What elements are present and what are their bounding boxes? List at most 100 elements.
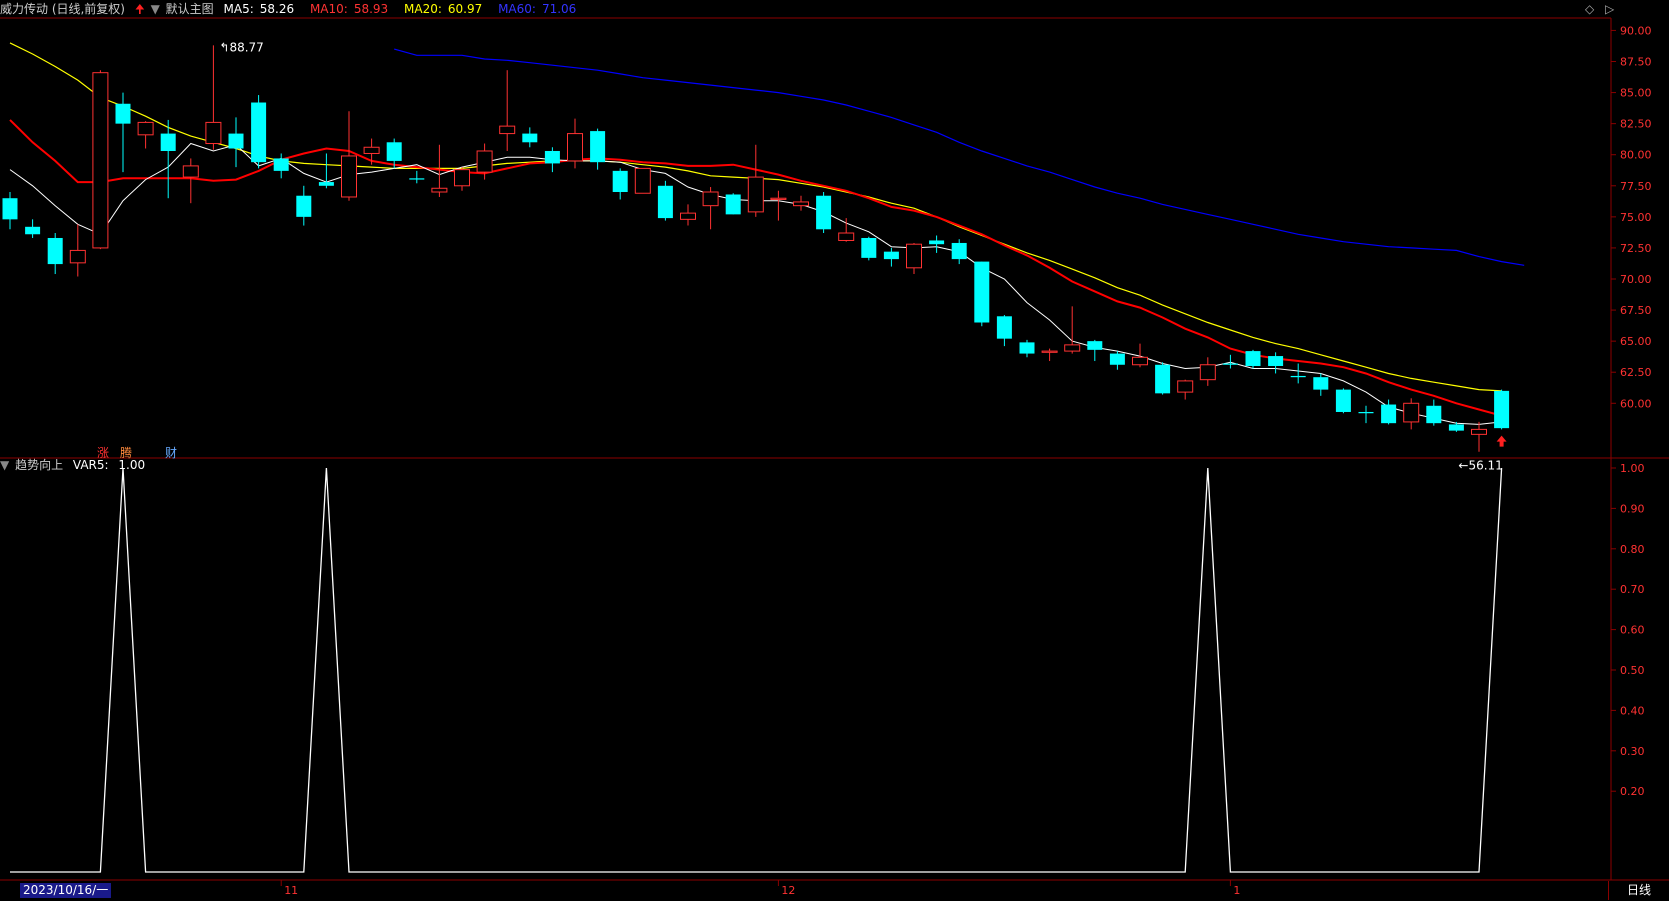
price-tick-label: 70.00: [1620, 273, 1652, 286]
candle: [115, 92, 131, 173]
price-tick-label: 87.50: [1620, 56, 1652, 69]
candle: [816, 192, 832, 234]
candle: [182, 158, 199, 204]
candle: [1471, 421, 1487, 452]
candle: [296, 185, 312, 226]
candle: [1403, 398, 1420, 430]
candle-body: [1132, 356, 1148, 366]
candle: [2, 192, 18, 230]
candle: [47, 233, 63, 275]
candle-body: [182, 165, 199, 178]
candle-body: [702, 191, 719, 207]
candle-body: [680, 212, 696, 220]
chevron-down-icon[interactable]: ▼: [151, 2, 160, 16]
stock-name[interactable]: 威力传动 (日线,前复权): [0, 2, 125, 16]
candle-body: [522, 133, 538, 143]
candle: [1222, 354, 1238, 369]
candle: [69, 224, 86, 277]
candle: [1335, 388, 1351, 414]
candle-body: [883, 251, 899, 260]
candle-body: [1471, 428, 1487, 435]
price-tick-label: 62.50: [1620, 366, 1652, 379]
candle: [1109, 351, 1125, 370]
candle: [409, 170, 425, 184]
diamond-icon[interactable]: ◇: [1585, 2, 1594, 16]
var5-tick-label: 0.70: [1620, 583, 1645, 596]
candle-body: [205, 121, 222, 145]
candle-body: [1381, 404, 1397, 424]
candle-body: [1403, 402, 1420, 423]
chart-header: 威力传动 (日线,前复权) 🠉 ▼ 默认主图 MA5: 58.26 MA10: 58…: [0, 0, 588, 18]
candle-body: [386, 142, 402, 161]
candle-body: [318, 182, 334, 186]
ma5-indicator: MA5: 58.26: [223, 2, 295, 16]
stock-chart[interactable]: 90.00 87.50 85.00 82.50 80.00 77.50 75.00 72.50…: [0, 0, 1669, 901]
marker-cai[interactable]: 财: [165, 445, 177, 461]
var5-tick-label: 0.30: [1620, 745, 1645, 758]
indicator-name[interactable]: 趋势向上: [15, 458, 63, 472]
candle-body: [567, 133, 583, 162]
candle-body: [793, 201, 809, 207]
price-tick-label: 80.00: [1620, 149, 1652, 162]
candle: [906, 242, 922, 275]
price-tick-label: 90.00: [1620, 24, 1652, 37]
candle-body: [431, 187, 448, 193]
candle: [1177, 379, 1194, 400]
signal-arrow-icon: [1496, 435, 1507, 447]
candle-body: [1313, 377, 1329, 390]
candle: [747, 144, 764, 217]
max-price-label: ↰88.77: [219, 41, 263, 55]
candle-body: [1109, 353, 1125, 365]
candle-body: [816, 195, 832, 230]
candle-body: [929, 240, 945, 245]
candle: [590, 128, 606, 170]
candle: [657, 180, 673, 221]
price-tick-label: 72.50: [1620, 242, 1652, 255]
candle-body: [1019, 342, 1035, 354]
var5-tick-label: 1.00: [1620, 462, 1645, 475]
main-chart-label[interactable]: 默认主图: [166, 2, 214, 16]
candle-body: [409, 178, 425, 180]
candle-body: [657, 185, 673, 219]
ma20-indicator: MA20: 60.97: [404, 2, 483, 16]
candle-body: [634, 167, 651, 194]
scroll-right-icon[interactable]: ▷: [1605, 2, 1614, 16]
chevron-down-icon[interactable]: ▼: [0, 458, 9, 472]
candle-body: [115, 103, 131, 124]
var5-indicator-line: [10, 467, 1503, 873]
candle: [499, 70, 516, 151]
candle: [883, 247, 899, 267]
candle: [612, 168, 628, 200]
candle-body: [974, 261, 990, 323]
price-tick-label: 75.00: [1620, 211, 1652, 224]
candle-body: [1199, 364, 1216, 381]
candle: [137, 121, 154, 149]
time-tick-label: 11: [284, 884, 298, 897]
candle-body: [454, 169, 470, 187]
candle-body: [1494, 390, 1510, 429]
candle: [1019, 339, 1035, 358]
candle: [1087, 339, 1103, 362]
candlestick-series[interactable]: [2, 45, 1510, 452]
candle: [680, 204, 696, 226]
candle: [1290, 363, 1306, 384]
candle: [974, 261, 990, 327]
ma60-indicator: MA60: 71.06: [498, 2, 577, 16]
period-tab-daily[interactable]: 日线: [1608, 881, 1669, 900]
candle: [996, 315, 1012, 347]
candle-body: [861, 237, 877, 258]
candle: [770, 190, 787, 221]
candle: [363, 138, 380, 165]
candle: [793, 195, 809, 211]
candle-body: [1064, 344, 1081, 352]
candle-body: [1290, 375, 1306, 378]
candle: [1494, 389, 1510, 430]
time-tick-label: 1: [1233, 884, 1240, 897]
candle: [1426, 399, 1442, 426]
candle-body: [544, 150, 560, 164]
candle: [160, 119, 176, 199]
price-tick-label: 77.50: [1620, 180, 1652, 193]
candle: [1268, 352, 1284, 374]
candle: [476, 143, 493, 180]
candle-body: [906, 243, 922, 269]
